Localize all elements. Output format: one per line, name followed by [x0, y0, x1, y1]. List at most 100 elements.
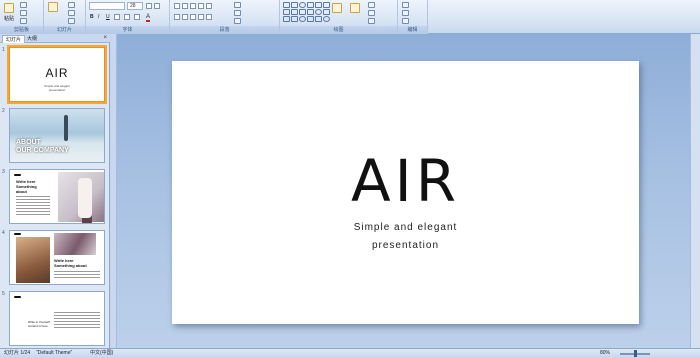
person-figure	[78, 178, 92, 218]
thumbnail-heading: Write here Something about	[16, 179, 37, 194]
delete-slide-button[interactable]	[68, 18, 75, 24]
layout-button[interactable]	[68, 2, 75, 8]
current-slide[interactable]: AIR Simple and elegant presentation	[172, 61, 639, 324]
quick-styles-button[interactable]	[350, 3, 360, 13]
thumbnail-heading: Write here Something about	[54, 258, 87, 268]
panel-tabs: 幻灯片 大纲 ×	[0, 34, 110, 43]
moon-shape-icon	[323, 16, 330, 22]
reset-button[interactable]	[68, 10, 75, 16]
font-name-select[interactable]	[89, 2, 125, 10]
banner-shape-icon	[283, 16, 290, 22]
thumbnail-list[interactable]: 1 AIR Simple and elegant presentation 2 …	[0, 44, 110, 346]
tag-bar	[14, 174, 21, 176]
thumbnail-slide-2[interactable]: ABOUT OUR COMPANY	[9, 108, 105, 163]
cut-button[interactable]	[20, 2, 27, 8]
scissors-icon	[20, 2, 27, 8]
strike-button[interactable]	[114, 14, 120, 20]
thumbnail-slide-3[interactable]: Write here Something about	[9, 169, 105, 224]
shrink-font-icon	[154, 3, 160, 9]
slide-title[interactable]: AIR	[172, 147, 639, 215]
thumbnail-heading: Write in Yourself content is here	[28, 320, 50, 328]
align-text-button[interactable]	[234, 10, 241, 16]
brush-icon	[20, 18, 27, 24]
zoom-level[interactable]: 80%	[600, 349, 610, 358]
slide-number: 4	[2, 230, 5, 236]
smartart-button[interactable]	[234, 18, 241, 24]
outdent-icon	[198, 3, 204, 9]
bold-button[interactable]: B	[90, 14, 94, 20]
slide-subtitle[interactable]: Simple and elegant presentation	[172, 219, 639, 255]
tag-bar	[14, 233, 21, 235]
shape-outline-button[interactable]	[368, 10, 375, 16]
replace-button[interactable]	[402, 10, 409, 16]
spacing-icon	[134, 14, 140, 20]
slides-group-label: 幻灯片	[44, 26, 85, 34]
clipboard-group-label: 剪贴板	[0, 26, 43, 34]
reset-icon	[68, 10, 75, 16]
text-lines	[54, 312, 100, 330]
select-button[interactable]	[402, 18, 409, 24]
underline-button[interactable]: U	[106, 14, 110, 20]
editing-group: 编辑	[398, 0, 428, 34]
bullets-button[interactable]	[174, 3, 212, 9]
font-color-icon: A	[146, 14, 151, 22]
triangle-shape-icon	[307, 2, 314, 8]
bullets-icon	[174, 3, 180, 9]
zoom-slider-knob[interactable]	[634, 350, 637, 357]
slide-thumbnail-panel: 幻灯片 大纲 × 1 AIR Simple and elegant presen…	[0, 34, 110, 348]
thumbnail-slide-4[interactable]: Write here Something about	[9, 230, 105, 285]
underline-icon: U	[106, 14, 110, 20]
drawing-group-label: 绘图	[280, 26, 397, 34]
paragraph-group-label: 段落	[170, 26, 279, 34]
clipboard-group: 粘贴 剪贴板	[0, 0, 44, 34]
slide-workspace: AIR Simple and elegant presentation	[111, 34, 700, 348]
justify-icon	[198, 14, 204, 20]
font-size-select[interactable]: 28	[127, 2, 143, 10]
new-slide-button[interactable]	[48, 2, 58, 12]
paragraph-group: 段落	[170, 0, 280, 34]
delete-icon	[68, 18, 75, 24]
indent-icon	[190, 3, 196, 9]
text-direction-button[interactable]	[234, 2, 241, 8]
shadow-button[interactable]	[124, 14, 130, 20]
grow-font-button[interactable]	[146, 3, 160, 9]
thumbnail-slide-1[interactable]: AIR Simple and elegant presentation	[7, 45, 107, 104]
arrange-icon	[332, 3, 342, 13]
close-icon[interactable]: ×	[103, 35, 107, 41]
strike-icon	[114, 14, 120, 20]
font-color-button[interactable]: A	[146, 14, 151, 22]
arrange-button[interactable]	[332, 3, 342, 13]
tab-slides[interactable]: 幻灯片	[2, 35, 26, 43]
find-button[interactable]	[402, 2, 409, 8]
plus-shape-icon	[315, 16, 322, 22]
heart-shape-icon	[291, 16, 298, 22]
format-painter-button[interactable]	[20, 18, 27, 24]
tab-outline[interactable]: 大纲	[24, 35, 40, 43]
photo	[54, 233, 96, 255]
shape-outline-icon	[368, 10, 375, 16]
shape-fill-button[interactable]	[368, 2, 375, 8]
align-buttons[interactable]	[174, 14, 212, 20]
shape-effects-button[interactable]	[368, 18, 375, 24]
copy-button[interactable]	[20, 10, 27, 16]
slide-number: 3	[2, 169, 5, 175]
paste-button[interactable]: 粘贴	[4, 3, 14, 22]
line-spacing-icon	[206, 3, 212, 9]
splitter[interactable]	[111, 34, 117, 348]
shapes-gallery[interactable]	[283, 2, 330, 22]
italic-button[interactable]: I	[98, 14, 99, 20]
subtitle-line-1: Simple and elegant	[353, 222, 458, 233]
spacing-button[interactable]	[134, 14, 140, 20]
copy-icon	[20, 10, 27, 16]
smartart-icon	[234, 18, 241, 24]
tag-bar	[14, 296, 21, 298]
thumbnail-slide-5[interactable]: Write in Yourself content is here	[9, 291, 105, 346]
text-lines	[54, 271, 100, 280]
select-arrow-icon	[402, 18, 409, 24]
vertical-scrollbar[interactable]	[690, 34, 700, 348]
more-shapes-icon	[323, 9, 330, 15]
block-arrow-icon	[299, 9, 306, 15]
rect-shape-icon	[291, 2, 298, 8]
shape-effects-icon	[368, 18, 375, 24]
numbering-icon	[182, 3, 188, 9]
